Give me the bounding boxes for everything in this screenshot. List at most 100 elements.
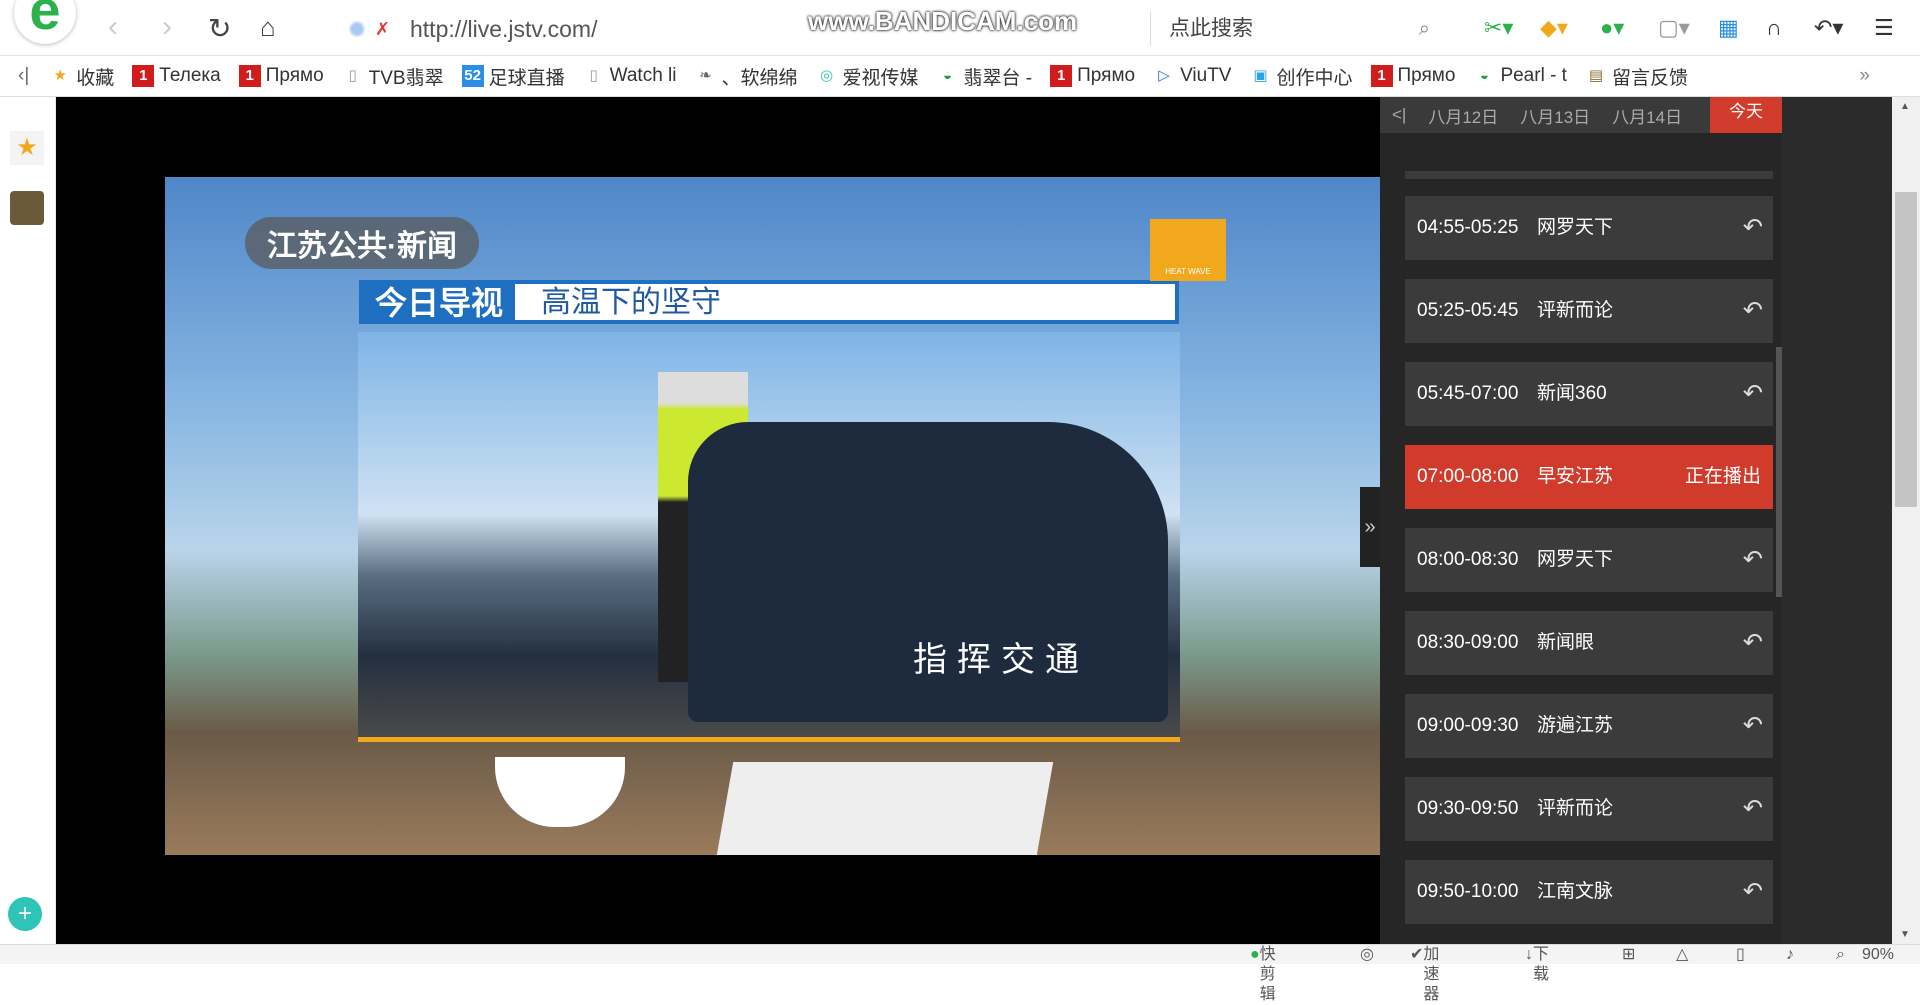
bookmark-item[interactable]: ◒ Pearl - t <box>1473 63 1567 90</box>
video-player[interactable]: 江苏公共·新闻 今日导视 高温下的坚守 指挥交通 HEAT WAVE » <box>56 97 1380 944</box>
video-frame[interactable]: 江苏公共·新闻 今日导视 高温下的坚守 指挥交通 HEAT WAVE <box>165 177 1380 855</box>
screenshot-icon[interactable]: △ <box>1676 945 1688 965</box>
bookmark-label: 爱视传媒 <box>842 67 919 89</box>
page-scrollbar[interactable]: ▲ ▼ <box>1892 97 1920 944</box>
scroll-down-icon[interactable]: ▼ <box>1900 929 1910 940</box>
bookmark-item[interactable]: ◒ 翡翠台 - <box>937 63 1033 90</box>
zoom-icon[interactable]: ⌕ <box>1836 945 1845 965</box>
wallet-icon[interactable]: ◆▾ <box>1540 14 1568 42</box>
browser-toolbar: e ‹ › ↻ ⌂ ✗ http://live.jstv.com/ www.BA… <box>0 0 1920 56</box>
bookmark-item[interactable]: ▯ TVB翡翠 <box>341 63 444 90</box>
date-tab[interactable]: 八月14日 <box>1612 103 1682 128</box>
bookmark-item[interactable]: ★ 收藏 <box>49 63 115 90</box>
replay-icon[interactable]: ↶ <box>1743 611 1763 675</box>
replay-icon[interactable]: ↶ <box>1743 777 1763 841</box>
status-icon[interactable]: ◎ <box>1360 945 1374 965</box>
schedule-item[interactable]: 09:50-10:00 江南文脉 ↶ <box>1405 860 1773 924</box>
apps-icon[interactable]: ▦ <box>1718 14 1739 42</box>
bookmark-item[interactable]: 1 Прямо <box>1370 63 1455 90</box>
forward-button[interactable]: › <box>162 10 172 44</box>
bookmark-label: Pearl - t <box>1500 65 1567 86</box>
program-title: 网罗天下 <box>1537 549 1614 570</box>
more-bookmarks-icon[interactable]: » <box>1859 65 1870 87</box>
search-icon[interactable]: ⌕ <box>1419 12 1430 46</box>
program-time: 09:00-09:30 <box>1417 715 1519 736</box>
collapse-panel-button[interactable]: » <box>1360 487 1380 567</box>
layout-icon[interactable]: ⊞ <box>1622 945 1635 965</box>
bookmark-item[interactable]: 1 Прямо <box>1050 63 1135 90</box>
date-tab[interactable]: 八月13日 <box>1520 103 1590 128</box>
window-icon[interactable]: ▯ <box>1736 945 1745 965</box>
coffee-cup <box>495 757 625 827</box>
back-button[interactable]: ‹ <box>108 10 118 44</box>
bookmark-item[interactable]: 1 Прямо <box>238 63 324 90</box>
search-input[interactable]: 点此搜索 ⌕ <box>1150 12 1430 46</box>
accelerator-label: 加速器 <box>1423 946 1440 1003</box>
bookmark-item[interactable]: ◎ 爱视传媒 <box>816 63 919 90</box>
replay-icon[interactable]: ↶ <box>1743 279 1763 343</box>
newspaper <box>716 762 1054 855</box>
caption: 指挥交通 <box>913 640 1089 680</box>
tvb-icon: ◒ <box>943 67 953 84</box>
bookmark-item[interactable]: ▷ ViuTV <box>1153 63 1231 90</box>
app-icon[interactable] <box>10 191 44 225</box>
program-title: 评新而论 <box>1537 300 1614 321</box>
divider <box>1405 171 1773 179</box>
download-button[interactable]: ↓ 下载 <box>1525 945 1549 983</box>
schedule-item[interactable]: 05:45-07:00 新闻360 ↶ <box>1405 362 1773 426</box>
scroll-thumb[interactable] <box>1895 192 1917 507</box>
scissors-icon[interactable]: ✂▾ <box>1484 14 1513 42</box>
schedule-panel: <| 八月12日 八月13日 八月14日 今天 04:55-05:25 网罗天下 ↶… <box>1380 97 1782 944</box>
panel-scrollbar[interactable] <box>1776 347 1782 597</box>
game-icon[interactable]: ▢▾ <box>1658 14 1690 42</box>
schedule-item[interactable]: 09:00-09:30 游遍江苏 ↶ <box>1405 694 1773 758</box>
program-time: 09:30-09:50 <box>1417 798 1519 819</box>
date-tab-today[interactable]: 今天 <box>1710 97 1782 133</box>
bookmark-item[interactable]: ▤ 留言反馈 <box>1585 63 1688 90</box>
bookmark-item[interactable]: ❧ 、软绵绵 <box>695 63 797 90</box>
accelerator-button[interactable]: ✔ 加速器 <box>1410 945 1439 1003</box>
reload-button[interactable]: ↻ <box>208 12 231 45</box>
date-tab[interactable]: 八月12日 <box>1428 103 1498 128</box>
schedule-item[interactable]: 07:00-08:00 早安江苏 正在播出 <box>1405 445 1773 509</box>
bookmark-item[interactable]: ▣ 创作中心 <box>1249 63 1352 90</box>
replay-icon[interactable]: ↶ <box>1743 694 1763 758</box>
prev-date-icon[interactable]: <| <box>1392 105 1406 125</box>
52-icon: 52 <box>461 65 484 87</box>
watermark: www.BANDICAM.com <box>808 6 1078 36</box>
undo-icon[interactable]: ↶▾ <box>1814 14 1843 42</box>
bookmark-item[interactable]: 1 Телека <box>132 63 221 90</box>
banner: 今日导视 高温下的坚守 <box>359 280 1179 324</box>
program-title: 早安江苏 <box>1537 466 1614 487</box>
bookmark-label: 翡翠台 - <box>963 67 1033 89</box>
schedule-item[interactable]: 08:30-09:00 新闻眼 ↶ <box>1405 611 1773 675</box>
headphones-icon[interactable]: ∩ <box>1766 14 1782 42</box>
program-time: 05:25-05:45 <box>1417 300 1519 321</box>
main-content: 江苏公共·新闻 今日导视 高温下的坚守 指挥交通 HEAT WAVE » <| … <box>56 97 1892 944</box>
star-icon: ★ <box>53 67 67 84</box>
clip-button[interactable]: ● 快剪辑 <box>1250 945 1276 1003</box>
volume-icon[interactable]: ♪ <box>1786 945 1794 965</box>
replay-icon[interactable]: ↶ <box>1743 362 1763 426</box>
sidebar-toggle-icon[interactable]: ‹| <box>18 65 29 87</box>
schedule-item[interactable]: 09:30-09:50 评新而论 ↶ <box>1405 777 1773 841</box>
menu-icon[interactable]: ☰ <box>1874 14 1894 42</box>
zoom-level[interactable]: 90% <box>1862 945 1894 965</box>
schedule-item[interactable]: 05:25-05:45 评新而论 ↶ <box>1405 279 1773 343</box>
bookmark-label: Телека <box>159 65 221 86</box>
browser-logo[interactable]: e <box>14 0 76 44</box>
bookmark-label: 足球直播 <box>488 67 565 89</box>
replay-icon[interactable]: ↶ <box>1743 860 1763 924</box>
program-title: 新闻360 <box>1537 383 1607 404</box>
scroll-up-icon[interactable]: ▲ <box>1900 101 1910 112</box>
bookmark-item[interactable]: ▯ Watch li <box>582 63 677 90</box>
plus-icon[interactable]: + <box>8 897 42 931</box>
bookmark-item[interactable]: 52 足球直播 <box>461 63 565 90</box>
home-button[interactable]: ⌂ <box>260 12 276 43</box>
schedule-item[interactable]: 04:55-05:25 网罗天下 ↶ <box>1405 196 1773 260</box>
replay-icon[interactable]: ↶ <box>1743 196 1763 260</box>
favorites-star-icon[interactable]: ★ <box>10 131 44 165</box>
schedule-item[interactable]: 08:00-08:30 网罗天下 ↶ <box>1405 528 1773 592</box>
replay-icon[interactable]: ↶ <box>1743 528 1763 592</box>
translate-icon[interactable]: ●▾ <box>1600 14 1624 42</box>
